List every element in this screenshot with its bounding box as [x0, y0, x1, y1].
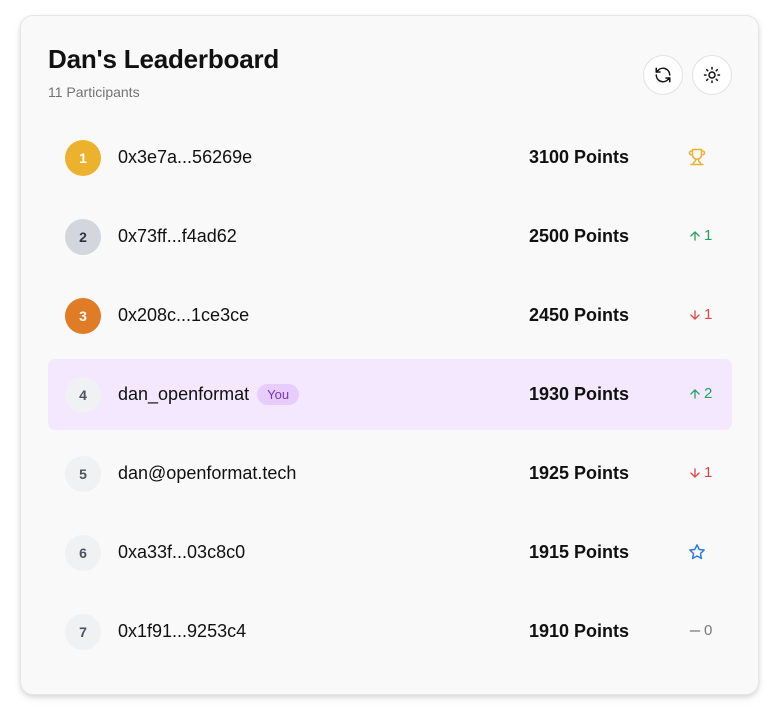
- participant-name-text: 0x1f91...9253c4: [118, 621, 247, 641]
- points-value: 2500 Points: [529, 226, 630, 246]
- arrow-up-icon: [690, 230, 700, 241]
- points-value: 1915 Points: [529, 542, 630, 562]
- arrow-up-icon: [690, 388, 700, 399]
- rank-change-value: 0: [704, 622, 713, 639]
- rank-badge: 4: [65, 377, 101, 413]
- leaderboard-row[interactable]: 2 0x73ff...f4ad62 2500 Points 1: [48, 201, 732, 272]
- rank-change: 1: [688, 227, 712, 244]
- rank-badge: 7: [65, 614, 101, 650]
- page-title: Dan's Leaderboard: [48, 44, 280, 74]
- rank-change: [688, 543, 706, 561]
- rank-badge: 6: [65, 535, 101, 571]
- rank-change-value: 1: [704, 464, 713, 481]
- participant-name: dan@openformat.tech: [118, 463, 296, 484]
- participant-name-text: dan_openformat: [118, 384, 250, 404]
- participant-name: 0x208c...1ce3ce: [118, 305, 249, 326]
- participant-name: 0x1f91...9253c4: [118, 621, 246, 642]
- participant-name: 0x3e7a...56269e: [118, 147, 252, 168]
- leaderboard-row[interactable]: 6 0xa33f...03c8c0 1915 Points: [48, 517, 732, 588]
- rank-change: 1: [688, 464, 712, 481]
- points-value: 3100 Points: [529, 147, 630, 167]
- rank-badge: 5: [65, 456, 101, 492]
- rank-change-value: 1: [704, 227, 713, 244]
- participant-name: dan_openformat You: [118, 384, 300, 405]
- sun-icon: [703, 66, 721, 84]
- rank-badge: 2: [65, 219, 101, 255]
- rank-badge: 3: [65, 298, 101, 334]
- points-value: 2450 Points: [529, 305, 630, 325]
- points-value: 1925 Points: [529, 463, 630, 483]
- arrow-down-icon: [690, 309, 700, 320]
- leaderboard-row[interactable]: 5 dan@openformat.tech 1925 Points 1: [48, 438, 732, 509]
- you-badge: You: [257, 384, 300, 405]
- arrow-down-icon: [690, 467, 700, 478]
- leaderboard-row[interactable]: 1 0x3e7a...56269e 3100 Points: [48, 122, 732, 193]
- participant-name-text: 0x208c...1ce3ce: [118, 305, 250, 325]
- participant-name-text: dan@openformat.tech: [118, 463, 297, 483]
- rank-change: 0: [688, 622, 712, 639]
- rank-change-value: 2: [704, 385, 713, 402]
- leaderboard-row[interactable]: 3 0x208c...1ce3ce 2450 Points 1: [48, 280, 732, 351]
- participant-name-text: 0x3e7a...56269e: [118, 147, 253, 167]
- participant-name: 0x73ff...f4ad62: [118, 226, 237, 247]
- participant-name: 0xa33f...03c8c0: [118, 542, 245, 563]
- rank-badge: 1: [65, 140, 101, 176]
- points-value: 1910 Points: [529, 621, 630, 641]
- participant-name-text: 0xa33f...03c8c0: [118, 542, 246, 562]
- rank-change-value: 1: [704, 306, 713, 323]
- leaderboard-row[interactable]: 7 0x1f91...9253c4 1910 Points 0: [48, 596, 732, 667]
- dash-icon: [689, 629, 701, 632]
- participant-count: 11 Participants: [48, 84, 140, 100]
- refresh-icon: [655, 67, 671, 83]
- theme-toggle-button[interactable]: [692, 55, 732, 95]
- trophy-icon: [688, 148, 706, 166]
- rank-change: 1: [688, 306, 712, 323]
- participant-name-text: 0x73ff...f4ad62: [118, 226, 237, 246]
- points-value: 1930 Points: [529, 384, 630, 404]
- leaderboard-row-current-user[interactable]: 4 dan_openformat You 1930 Points 2: [48, 359, 732, 430]
- rank-change: 2: [688, 385, 712, 402]
- refresh-button[interactable]: [643, 55, 683, 95]
- leaderboard-card: Dan's Leaderboard 11 Participants 1 0x3e…: [20, 15, 759, 695]
- star-icon: [689, 544, 705, 560]
- rank-change: [688, 148, 706, 166]
